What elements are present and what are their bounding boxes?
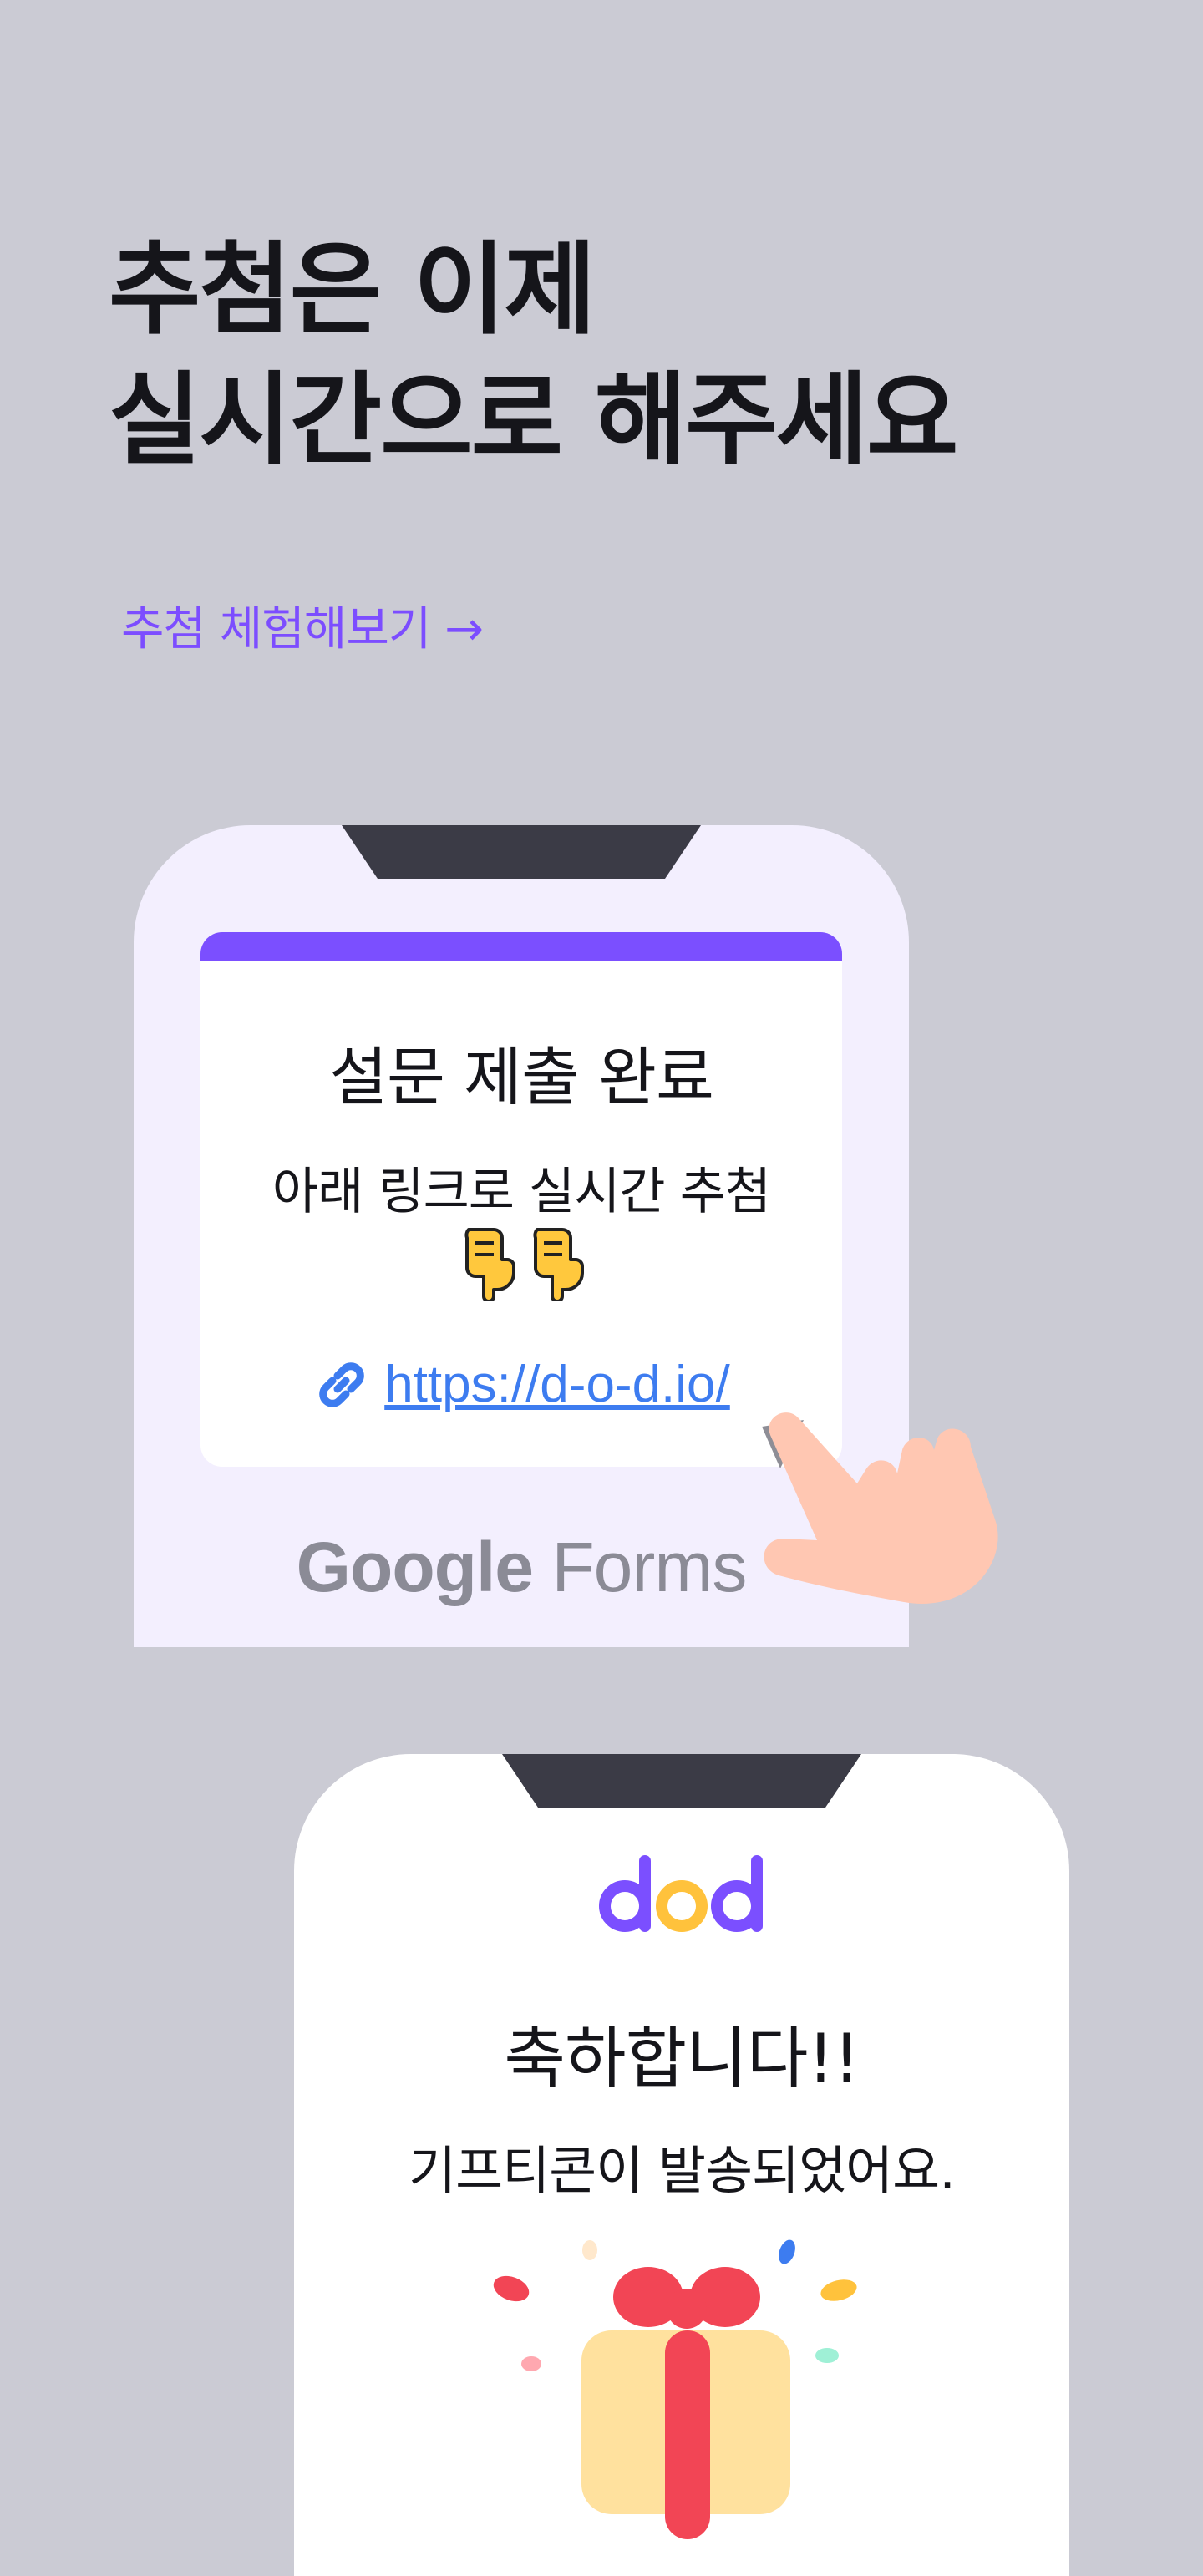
hero-line-1: 추첨은 이제 <box>109 232 596 348</box>
gift-icon <box>493 2239 857 2539</box>
pointing-row <box>200 1225 842 1301</box>
draw-url-link[interactable]: https://d-o-d.io/ <box>384 1355 730 1414</box>
dod-logo <box>599 1855 763 1932</box>
tap-hand-icon <box>762 1412 998 1604</box>
phone-notch <box>502 1754 861 1808</box>
try-draw-link[interactable]: 추첨 체험해보기 → <box>121 591 484 659</box>
phone-notch <box>342 825 701 879</box>
pointing-down-icon <box>464 1228 515 1301</box>
link-icon <box>319 1362 365 1407</box>
form-subtitle: 아래 링크로 실시간 추첨 <box>272 1163 771 1221</box>
form-complete-card: 설문 제출 완료 아래 링크로 실시간 추첨 https://d-o-d.io/ <box>200 932 842 1467</box>
hero-line-2: 실시간으로 해주세요 <box>109 363 958 479</box>
hero-headline: 추첨은 이제 실시간으로 해주세요 <box>109 226 958 486</box>
phone-mockup-result: 축하합니다!! 기프티콘이 발송되었어요. <box>294 1754 1069 2576</box>
congrats-title: 축하합니다!! <box>504 2020 860 2097</box>
form-title: 설문 제출 완료 <box>329 1040 714 1114</box>
link-row: https://d-o-d.io/ <box>200 1355 842 1414</box>
pointing-down-icon <box>533 1228 584 1301</box>
gift-sent-message: 기프티콘이 발송되었어요. <box>409 2140 956 2201</box>
